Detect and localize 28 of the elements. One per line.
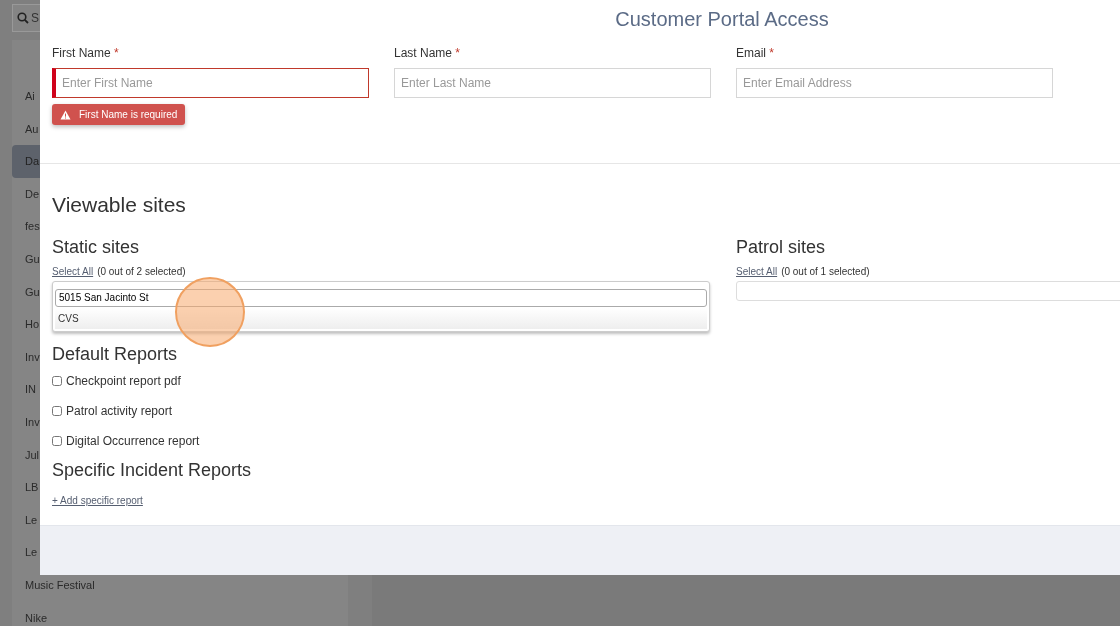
section-heading: Viewable sites: [52, 191, 187, 217]
section-heading: Patrol sites: [736, 236, 827, 259]
search-field[interactable]: 5015 San Jacinto St: [55, 288, 707, 307]
select-all-link[interactable]: Select All: [52, 264, 94, 280]
sidebar-item[interactable]: Nike: [12, 601, 348, 626]
warning-icon: [60, 109, 71, 120]
search-placeholder: S: [31, 10, 39, 27]
section-heading: Specific Incident Reports: [52, 459, 253, 482]
field-label: First Name *: [52, 45, 120, 62]
search-icon: [17, 12, 29, 24]
section-heading: Default Reports: [52, 344, 179, 366]
site-select-field[interactable]: [736, 281, 1120, 302]
checkbox-label: Digital Occurrence report: [66, 433, 200, 448]
selection-count: (0 out of 1 selected): [781, 265, 870, 280]
add-report-link[interactable]: + Add specific report: [52, 495, 143, 507]
select-all-link[interactable]: Select All: [736, 264, 778, 280]
checkbox-label: Checkpoint report pdf: [66, 373, 181, 388]
field-label: Email *: [736, 45, 775, 62]
checkbox[interactable]: [52, 405, 62, 416]
checkbox[interactable]: [52, 375, 62, 386]
section-heading: Static sites: [52, 236, 141, 259]
selection-count: (0 out of 2 selected): [97, 265, 186, 280]
field-label: Last Name *: [394, 45, 462, 62]
input-field[interactable]: Enter First Name: [52, 68, 369, 98]
error-text: First Name is required: [79, 108, 178, 122]
checkbox[interactable]: [52, 435, 62, 446]
checkbox-label: Patrol activity report: [66, 403, 173, 418]
modal-title: Customer Portal Access: [614, 7, 830, 32]
